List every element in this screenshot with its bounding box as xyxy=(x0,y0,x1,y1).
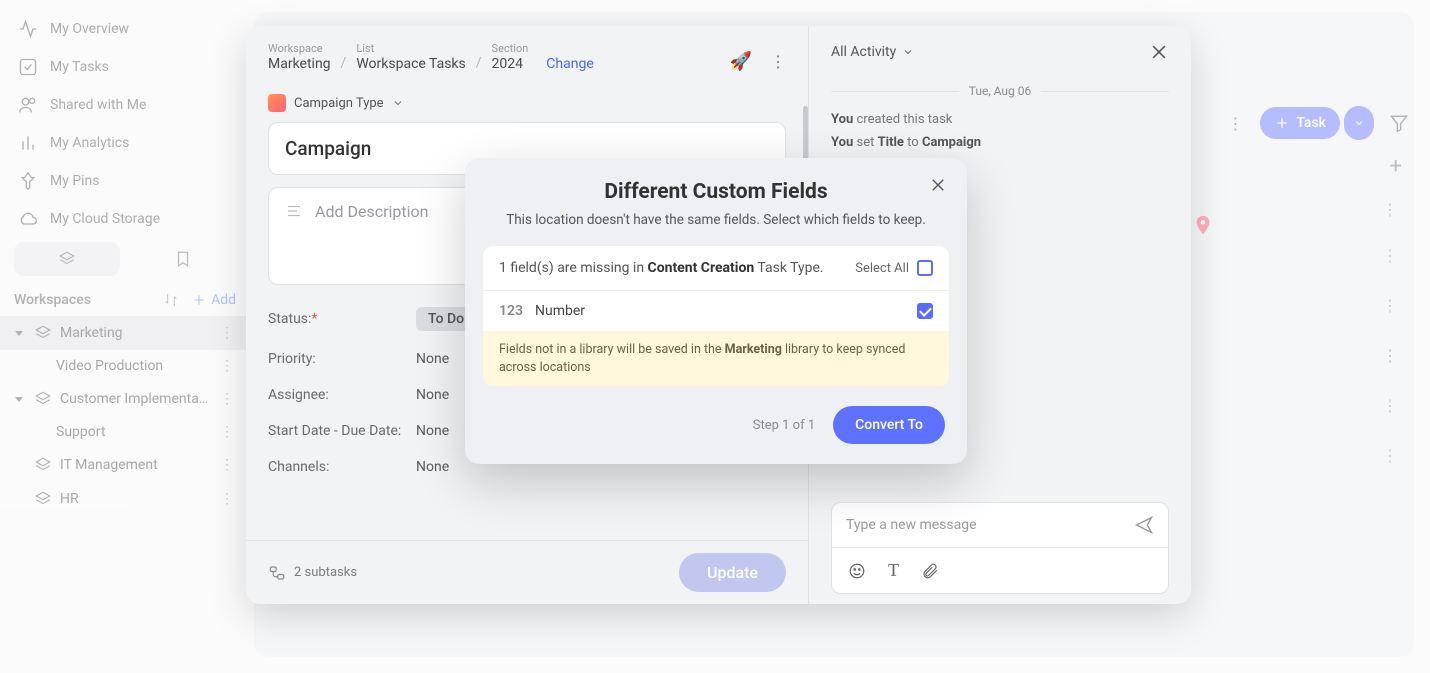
dialog-title: Different Custom Fields xyxy=(465,180,967,204)
task-type-icon xyxy=(268,94,286,112)
missing-summary-row: 1 field(s) are missing in Content Creati… xyxy=(483,246,949,291)
crumb-workspace[interactable]: Workspace Marketing xyxy=(268,42,331,72)
field-label: Channels: xyxy=(268,459,416,475)
activity-filter[interactable]: All Activity xyxy=(831,44,914,60)
drawer-close-icon[interactable] xyxy=(1149,42,1169,62)
update-button[interactable]: Update xyxy=(679,553,786,592)
field-label: Assignee: xyxy=(268,387,416,403)
activity-filter-label: All Activity xyxy=(831,44,896,60)
crumb-value: Workspace Tasks xyxy=(356,56,465,72)
task-type-label: Campaign Type xyxy=(294,96,384,111)
field-type-badge: 123 xyxy=(499,303,523,319)
dialog-close-icon[interactable] xyxy=(929,176,947,194)
drawer-footer: 2 subtasks Update xyxy=(246,540,808,604)
field-value: None xyxy=(416,351,449,367)
activity-row: You created this task xyxy=(831,112,1169,127)
field-label: Priority: xyxy=(268,351,416,367)
crumb-label: List xyxy=(356,42,465,55)
subtasks-label: 2 subtasks xyxy=(294,565,357,580)
task-title-input[interactable] xyxy=(285,137,769,160)
attachment-icon[interactable] xyxy=(921,562,939,580)
chevron-down-icon xyxy=(902,46,914,58)
dialog-footer: Step 1 of 1 Convert To xyxy=(465,386,967,444)
crumb-value: Marketing xyxy=(268,56,331,72)
crumb-label: Workspace xyxy=(268,42,331,55)
subtasks-icon xyxy=(268,564,286,582)
field-checkbox[interactable] xyxy=(917,303,933,319)
message-input[interactable]: Type a new message xyxy=(831,502,1169,548)
crumb-label: Section xyxy=(492,42,529,55)
change-link[interactable]: Change xyxy=(546,56,593,72)
breadcrumb: Workspace Marketing / List Workspace Tas… xyxy=(246,26,808,80)
select-all[interactable]: Select All xyxy=(855,260,933,276)
crumb-sep: / xyxy=(476,55,482,72)
rocket-icon[interactable]: 🚀 xyxy=(730,51,752,72)
custom-fields-dialog: Different Custom Fields This location do… xyxy=(465,158,967,464)
field-label: Status: xyxy=(268,311,311,327)
field-value: None xyxy=(416,423,449,439)
fields-card: 1 field(s) are missing in Content Creati… xyxy=(483,246,949,386)
composer-toolbar: T xyxy=(831,548,1169,594)
subtasks-toggle[interactable]: 2 subtasks xyxy=(268,564,357,582)
convert-button[interactable]: Convert To xyxy=(833,406,945,444)
desc-placeholder: Add Description xyxy=(315,202,428,270)
chevron-down-icon xyxy=(392,97,404,109)
field-label: Start Date - Due Date: xyxy=(268,423,416,439)
library-note: Fields not in a library will be saved in… xyxy=(483,331,949,386)
field-value: None xyxy=(416,387,449,403)
field-row-number[interactable]: 123 Number xyxy=(483,291,949,331)
crumb-value: 2024 xyxy=(492,56,529,72)
message-placeholder: Type a new message xyxy=(846,517,977,533)
crumb-list[interactable]: List Workspace Tasks xyxy=(356,42,465,72)
activity-row: You set Title to Campaign xyxy=(831,135,1169,150)
step-indicator: Step 1 of 1 xyxy=(753,418,815,433)
message-composer: Type a new message T xyxy=(809,502,1191,604)
field-name: Number xyxy=(535,303,585,319)
select-all-checkbox[interactable] xyxy=(917,260,933,276)
select-all-label: Select All xyxy=(855,261,909,276)
align-left-icon xyxy=(285,202,303,220)
crumb-sep: / xyxy=(341,55,347,72)
drawer-menu-icon[interactable]: ⋮ xyxy=(770,52,786,71)
format-text-icon[interactable]: T xyxy=(888,560,899,581)
task-type-selector[interactable]: Campaign Type xyxy=(268,94,786,112)
dialog-subtitle: This location doesn't have the same fiel… xyxy=(465,212,967,228)
activity-date: Tue, Aug 06 xyxy=(969,84,1032,98)
crumb-section[interactable]: Section 2024 xyxy=(492,42,529,72)
send-icon[interactable] xyxy=(1134,515,1154,535)
emoji-icon[interactable] xyxy=(848,562,866,580)
field-value: None xyxy=(416,459,449,475)
